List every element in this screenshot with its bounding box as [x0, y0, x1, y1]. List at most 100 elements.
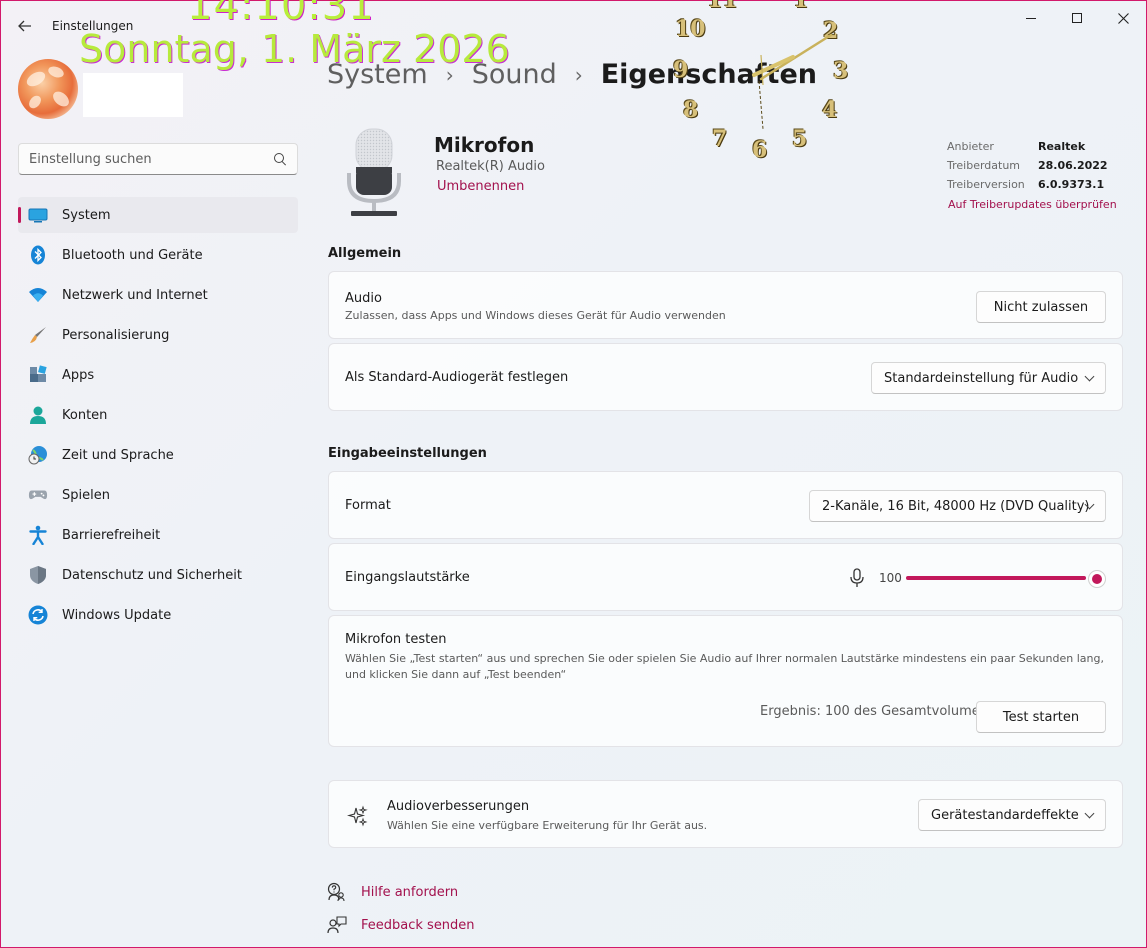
back-button[interactable]	[13, 15, 37, 37]
volume-slider-track[interactable]	[906, 576, 1086, 580]
brush-icon	[28, 325, 48, 345]
monitor-icon	[28, 205, 48, 225]
clock-dial-number: 8	[683, 97, 699, 123]
sidebar-item-label: Konten	[62, 407, 108, 423]
sidebar-item-label: Zeit und Sprache	[62, 447, 174, 463]
sidebar-item-label: Barrierefreiheit	[62, 527, 161, 543]
maximize-button[interactable]	[1059, 7, 1095, 29]
volume-value: 100	[879, 571, 902, 585]
info-value: 6.0.9373.1	[1038, 178, 1105, 191]
audio-enhancements-card: Audioverbesserungen Wählen Sie eine verf…	[328, 780, 1123, 848]
sidebar-item-label: Personalisierung	[62, 327, 170, 343]
chevron-down-icon	[1084, 371, 1095, 382]
info-key: Anbieter	[947, 140, 994, 153]
gamepad-icon	[28, 485, 48, 505]
audio-enhancements-label: Audioverbesserungen	[387, 799, 530, 814]
input-volume-card: Eingangslautstärke 100	[328, 543, 1123, 611]
rename-link[interactable]: Umbenennen	[437, 179, 524, 194]
accessibility-icon	[28, 525, 48, 545]
sidebar-item-windows-update[interactable]: Windows Update	[18, 597, 298, 633]
sidebar-item-bluetooth[interactable]: Bluetooth und Geräte	[18, 237, 298, 273]
sidebar-item-gaming[interactable]: Spielen	[18, 477, 298, 513]
close-button[interactable]	[1105, 7, 1141, 29]
sidebar-item-accessibility[interactable]: Barrierefreiheit	[18, 517, 298, 553]
sidebar-item-label: Netzwerk und Internet	[62, 287, 208, 303]
mic-test-description: Wählen Sie „Test starten“ aus und sprech…	[345, 652, 1104, 681]
mic-test-card: Mikrofon testen Wählen Sie „Test starten…	[328, 615, 1123, 747]
sidebar-item-label: Windows Update	[62, 607, 172, 623]
avatar[interactable]	[18, 59, 78, 119]
sidebar-item-accounts[interactable]: Konten	[18, 397, 298, 433]
clock-dial-number: 1	[793, 0, 809, 13]
clock-dial-number: 10	[675, 16, 706, 42]
clock-hands	[752, 33, 833, 130]
sidebar-item-time-language[interactable]: Zeit und Sprache	[18, 437, 298, 473]
clock-dial-number: 11	[707, 0, 738, 13]
minimize-button[interactable]	[1013, 7, 1049, 29]
device-name: Mikrofon	[434, 133, 535, 157]
mic-test-result: Ergebnis: 100 des Gesamtvolumes	[760, 704, 987, 719]
help-link[interactable]: Hilfe anfordern	[327, 882, 458, 902]
search-icon[interactable]	[273, 152, 287, 166]
sidebar-nav: System Bluetooth und Geräte Netzwerk und…	[18, 197, 298, 637]
wifi-icon	[28, 285, 48, 305]
audio-label: Audio	[345, 291, 382, 306]
sidebar-item-label: Datenschutz und Sicherheit	[62, 567, 242, 583]
audio-description: Zulassen, dass Apps und Windows dieses G…	[345, 309, 726, 322]
default-device-label: Als Standard-Audiogerät festlegen	[345, 370, 569, 385]
user-name-box	[83, 73, 183, 117]
microphone-icon[interactable]	[849, 568, 865, 592]
audio-enhancements-description: Wählen Sie eine verfügbare Erweiterung f…	[387, 819, 708, 832]
sidebar-item-label: Apps	[62, 367, 95, 383]
dropdown-value: Gerätestandardeffekte	[931, 807, 1079, 823]
feedback-icon	[327, 915, 347, 935]
audio-enhancements-dropdown[interactable]: Gerätestandardeffekte	[918, 799, 1106, 831]
audio-card: Audio Zulassen, dass Apps und Windows di…	[328, 271, 1123, 339]
clock-dial-number: 9	[673, 57, 689, 83]
search-box[interactable]	[18, 143, 298, 175]
apps-icon	[28, 365, 48, 385]
info-value: 28.06.2022	[1038, 159, 1108, 172]
chevron-right-icon: ›	[574, 62, 583, 87]
globe-clock-icon	[28, 445, 48, 465]
update-icon	[28, 605, 48, 625]
help-label: Hilfe anfordern	[361, 884, 459, 900]
clock-dial-number: 7	[712, 126, 728, 152]
sidebar-item-label: Spielen	[62, 487, 110, 503]
sparkle-icon	[346, 805, 369, 831]
section-title-input: Eingabeeinstellungen	[328, 446, 487, 461]
sidebar-item-network[interactable]: Netzwerk und Internet	[18, 277, 298, 313]
shield-icon	[28, 565, 48, 585]
default-device-dropdown[interactable]: Standardeinstellung für Audio	[871, 362, 1106, 394]
disallow-button[interactable]: Nicht zulassen	[976, 291, 1106, 323]
start-test-button[interactable]: Test starten	[976, 701, 1106, 733]
person-icon	[28, 405, 48, 425]
dropdown-value: 2-Kanäle, 16 Bit, 48000 Hz (DVD Quality)	[822, 498, 1090, 514]
info-value: Realtek	[1038, 140, 1086, 153]
info-key: Treiberdatum	[947, 159, 1021, 172]
close-icon	[1117, 12, 1129, 24]
microphone-device-icon	[345, 127, 403, 219]
info-key: Treiberversion	[947, 178, 1025, 191]
back-arrow-icon	[18, 20, 31, 32]
feedback-label: Feedback senden	[361, 917, 475, 933]
format-dropdown[interactable]: 2-Kanäle, 16 Bit, 48000 Hz (DVD Quality)	[809, 490, 1106, 522]
minimize-icon	[1026, 17, 1036, 19]
sidebar-item-apps[interactable]: Apps	[18, 357, 298, 393]
sidebar-item-personalization[interactable]: Personalisierung	[18, 317, 298, 353]
sidebar-item-label: System	[62, 207, 111, 223]
maximize-icon	[1072, 13, 1082, 23]
section-title-general: Allgemein	[328, 246, 402, 261]
sidebar-item-privacy[interactable]: Datenschutz und Sicherheit	[18, 557, 298, 593]
bluetooth-icon	[28, 245, 48, 265]
volume-slider-thumb[interactable]	[1088, 570, 1106, 588]
driver-update-link[interactable]: Auf Treiberupdates überprüfen	[948, 198, 1117, 211]
feedback-link[interactable]: Feedback senden	[327, 915, 475, 935]
sidebar-item-label: Bluetooth und Geräte	[62, 247, 203, 263]
help-icon	[327, 882, 347, 902]
search-input[interactable]	[29, 151, 273, 167]
sidebar-item-system[interactable]: System	[18, 197, 298, 233]
input-volume-label: Eingangslautstärke	[345, 570, 470, 585]
clock-date: Sonntag, 1. März 2026	[79, 27, 510, 71]
format-card: Format 2-Kanäle, 16 Bit, 48000 Hz (DVD Q…	[328, 471, 1123, 539]
